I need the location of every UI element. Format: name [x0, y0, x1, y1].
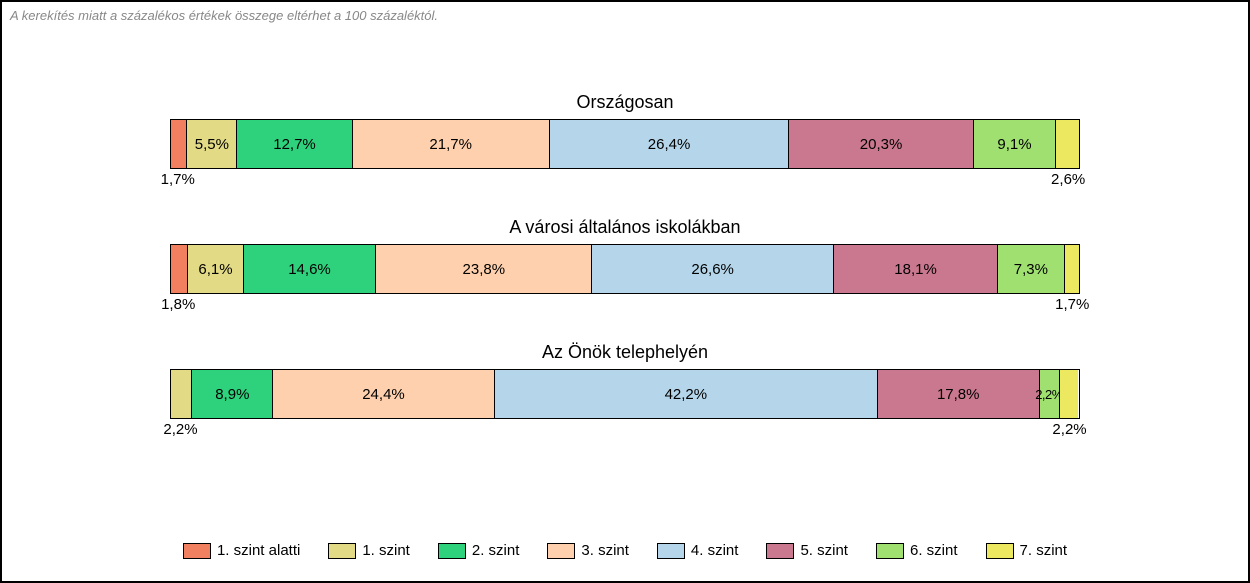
chart-title: A városi általános iskolákban	[509, 217, 740, 238]
bar-segment: 42,2%	[494, 370, 877, 418]
legend-swatch	[876, 543, 904, 559]
stacked-bar-chart: A városi általános iskolákban 6,1%14,6%23…	[2, 217, 1248, 314]
legend-label: 1. szint	[362, 542, 410, 559]
bar-segment-label: 1,8%	[161, 296, 195, 313]
stacked-bar-chart: Országosan5,5%12,7%21,7%26,4%20,3%9,1%1,…	[2, 92, 1248, 189]
bar-segment: 17,8%	[877, 370, 1039, 418]
bar-segment-label: 2,2%	[163, 421, 197, 438]
legend-label: 3. szint	[581, 542, 629, 559]
legend-item: 4. szint	[657, 542, 739, 559]
stacked-bar: 6,1%14,6%23,8%26,6%18,1%7,3%	[170, 244, 1080, 294]
bar-segment: 20,3%	[788, 120, 972, 168]
bar-below-labels: 2,2%2,2%	[170, 419, 1080, 439]
bar-segment-label: 1,7%	[1055, 296, 1089, 313]
legend-item: 1. szint	[328, 542, 410, 559]
stacked-bar: 5,5%12,7%21,7%26,4%20,3%9,1%	[170, 119, 1080, 169]
legend-label: 7. szint	[1020, 542, 1068, 559]
bar-segment: 21,7%	[352, 120, 549, 168]
bar-segment: 26,4%	[549, 120, 789, 168]
chart-title: Az Önök telephelyén	[542, 342, 708, 363]
bar-below-labels: 1,8%1,7%	[170, 294, 1080, 314]
bar-segment: 5,5%	[186, 120, 236, 168]
chart-title: Országosan	[576, 92, 673, 113]
bar-segment	[1055, 120, 1079, 168]
stacked-bar-chart: Az Önök telephelyén8,9%24,4%42,2%17,8%2,…	[2, 342, 1248, 439]
bar-segment-label: 2,6%	[1051, 171, 1085, 188]
legend-swatch	[657, 543, 685, 559]
bar-segment: 24,4%	[272, 370, 494, 418]
bar-segment	[171, 245, 187, 293]
legend-label: 2. szint	[472, 542, 520, 559]
bar-segment: 12,7%	[236, 120, 351, 168]
bar-segment-label: 1,7%	[161, 171, 195, 188]
legend-item: 5. szint	[766, 542, 848, 559]
bar-wrap: 5,5%12,7%21,7%26,4%20,3%9,1%1,7%2,6%	[170, 119, 1080, 189]
bar-segment: 8,9%	[191, 370, 272, 418]
bar-segment: 6,1%	[187, 245, 242, 293]
legend-item: 7. szint	[986, 542, 1068, 559]
legend-swatch	[328, 543, 356, 559]
bar-segment: 14,6%	[243, 245, 376, 293]
rounding-note: A kerekítés miatt a százalékos értékek ö…	[10, 8, 438, 23]
legend-label: 5. szint	[800, 542, 848, 559]
legend-swatch	[547, 543, 575, 559]
legend: 1. szint alatti 1. szint 2. szint 3. szint 4…	[2, 542, 1248, 559]
legend-label: 4. szint	[691, 542, 739, 559]
bar-below-labels: 1,7%2,6%	[170, 169, 1080, 189]
legend-swatch	[438, 543, 466, 559]
legend-item: 3. szint	[547, 542, 629, 559]
bar-segment: 23,8%	[375, 245, 591, 293]
legend-item: 1. szint alatti	[183, 542, 300, 559]
stacked-bar: 8,9%24,4%42,2%17,8%2,2%	[170, 369, 1079, 419]
bar-segment-label: 2,2%	[1052, 421, 1086, 438]
bar-segment: 26,6%	[591, 245, 833, 293]
bar-wrap: 6,1%14,6%23,8%26,6%18,1%7,3%1,8%1,7%	[170, 244, 1080, 314]
bar-segment	[1059, 370, 1079, 418]
bar-segment: 2,2%	[1039, 370, 1059, 418]
bar-wrap: 8,9%24,4%42,2%17,8%2,2%2,2%2,2%	[170, 369, 1080, 439]
legend-label: 6. szint	[910, 542, 958, 559]
legend-item: 2. szint	[438, 542, 520, 559]
bar-segment: 9,1%	[973, 120, 1056, 168]
legend-swatch	[986, 543, 1014, 559]
bar-segment	[1064, 245, 1079, 293]
bar-segment: 18,1%	[833, 245, 997, 293]
charts-container: Országosan5,5%12,7%21,7%26,4%20,3%9,1%1,…	[2, 2, 1248, 439]
legend-label: 1. szint alatti	[217, 542, 300, 559]
bar-segment: 7,3%	[997, 245, 1063, 293]
legend-swatch	[183, 543, 211, 559]
legend-item: 6. szint	[876, 542, 958, 559]
bar-segment	[171, 120, 186, 168]
legend-swatch	[766, 543, 794, 559]
bar-segment	[171, 370, 191, 418]
